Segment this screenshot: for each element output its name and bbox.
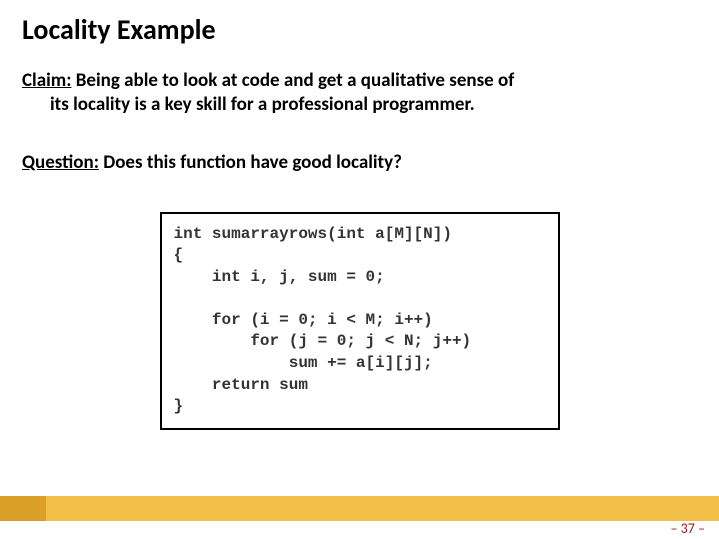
question-label: Question: [22, 151, 99, 174]
page-title: Locality Example [22, 12, 697, 47]
footer-accent-dark [0, 496, 46, 521]
footer-accent-light [46, 496, 719, 521]
code-snippet: int sumarrayrows(int a[M][N]) { int i, j… [160, 212, 560, 430]
claim-block: Claim: Being able to look at code and ge… [22, 69, 697, 117]
claim-text-line1: Being able to look at code and get a qua… [71, 69, 514, 92]
question-text: Does this function have good locality? [99, 151, 402, 174]
footer-bar [0, 496, 719, 521]
page-number: – 37 – [671, 520, 705, 537]
claim-label: Claim: [22, 69, 71, 92]
slide: Locality Example Claim: Being able to lo… [0, 0, 719, 539]
question-block: Question: Does this function have good l… [22, 151, 697, 174]
claim-text-line2: its locality is a key skill for a profes… [50, 93, 677, 117]
code-container: int sumarrayrows(int a[M][N]) { int i, j… [22, 212, 697, 430]
